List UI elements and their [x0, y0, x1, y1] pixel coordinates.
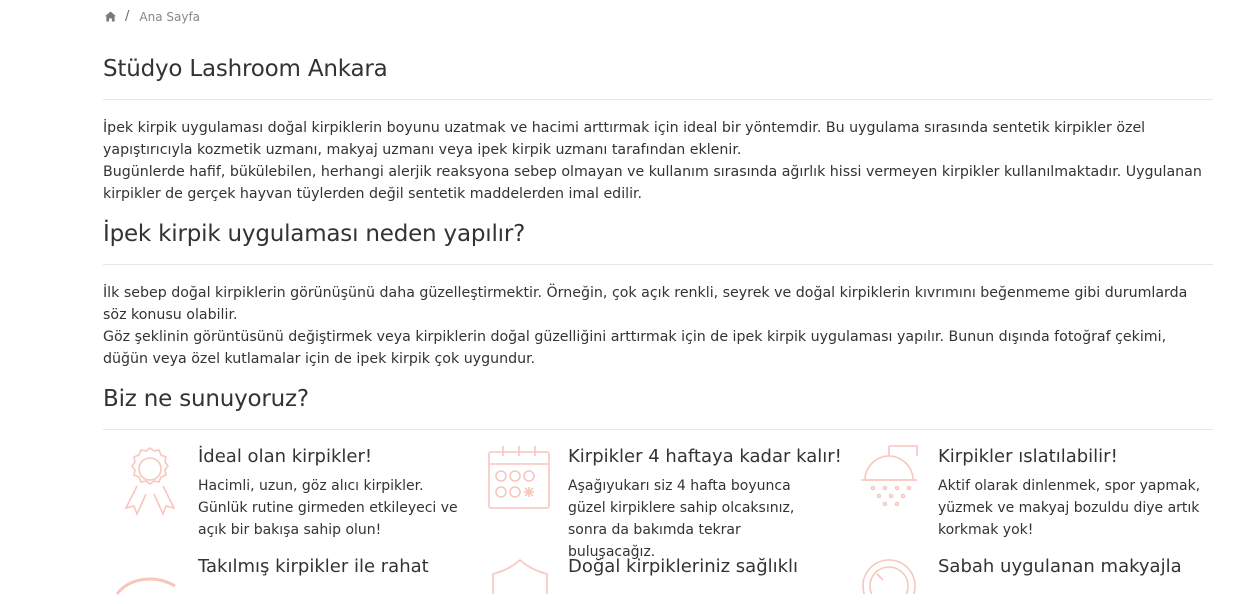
feature-title: Sabah uygulanan makyajla	[938, 556, 1182, 577]
why-heading: İpek kirpik uygulaması neden yapılır?	[103, 221, 526, 247]
why-paragraph-1: İlk sebep doğal kirpiklerin görünüşünü d…	[103, 285, 1188, 323]
feature-title: İdeal olan kirpikler!	[198, 446, 373, 467]
home-icon[interactable]	[105, 11, 116, 22]
eye-icon	[115, 577, 176, 595]
feature-description: Hacimli, uzun, göz alıcı kirpikler. Günl…	[198, 478, 458, 538]
intro-paragraph-2: Bugünlerde hafif, bükülebilen, herhangi …	[103, 164, 1202, 202]
clock-icon	[862, 559, 916, 594]
calendar-icon	[488, 446, 550, 509]
feature-title: Doğal kirpikleriniz sağlıklı	[568, 556, 799, 577]
intro-paragraph-1: İpek kirpik uygulaması doğal kirpiklerin…	[103, 120, 1146, 158]
page-title: Stüdyo Lashroom Ankara	[103, 56, 388, 82]
divider	[103, 264, 1213, 265]
feature-description: Aşağıyukarı siz 4 hafta boyunca güzel ki…	[568, 478, 795, 560]
feature-title: Kirpikler 4 haftaya kadar kalır!	[568, 446, 842, 467]
divider	[103, 429, 1213, 430]
feature-description: Aktif olarak dinlenmek, spor yapmak, yüz…	[938, 478, 1201, 538]
offer-heading: Biz ne sunuyoruz?	[103, 386, 309, 412]
breadcrumb-separator: /	[125, 9, 130, 24]
breadcrumb: / Ana Sayfa	[105, 9, 200, 24]
shield-icon	[492, 558, 548, 594]
breadcrumb-current: Ana Sayfa	[139, 9, 201, 24]
divider	[103, 99, 1213, 100]
shower-icon	[861, 445, 918, 507]
feature-title: Kirpikler ıslatılabilir!	[938, 446, 1118, 467]
feature-title: Takılmış kirpikler ile rahat	[198, 556, 429, 577]
award-ribbon-icon	[124, 447, 176, 517]
why-paragraph-2: Göz şeklinin görüntüsünü değiştirmek vey…	[103, 329, 1167, 367]
